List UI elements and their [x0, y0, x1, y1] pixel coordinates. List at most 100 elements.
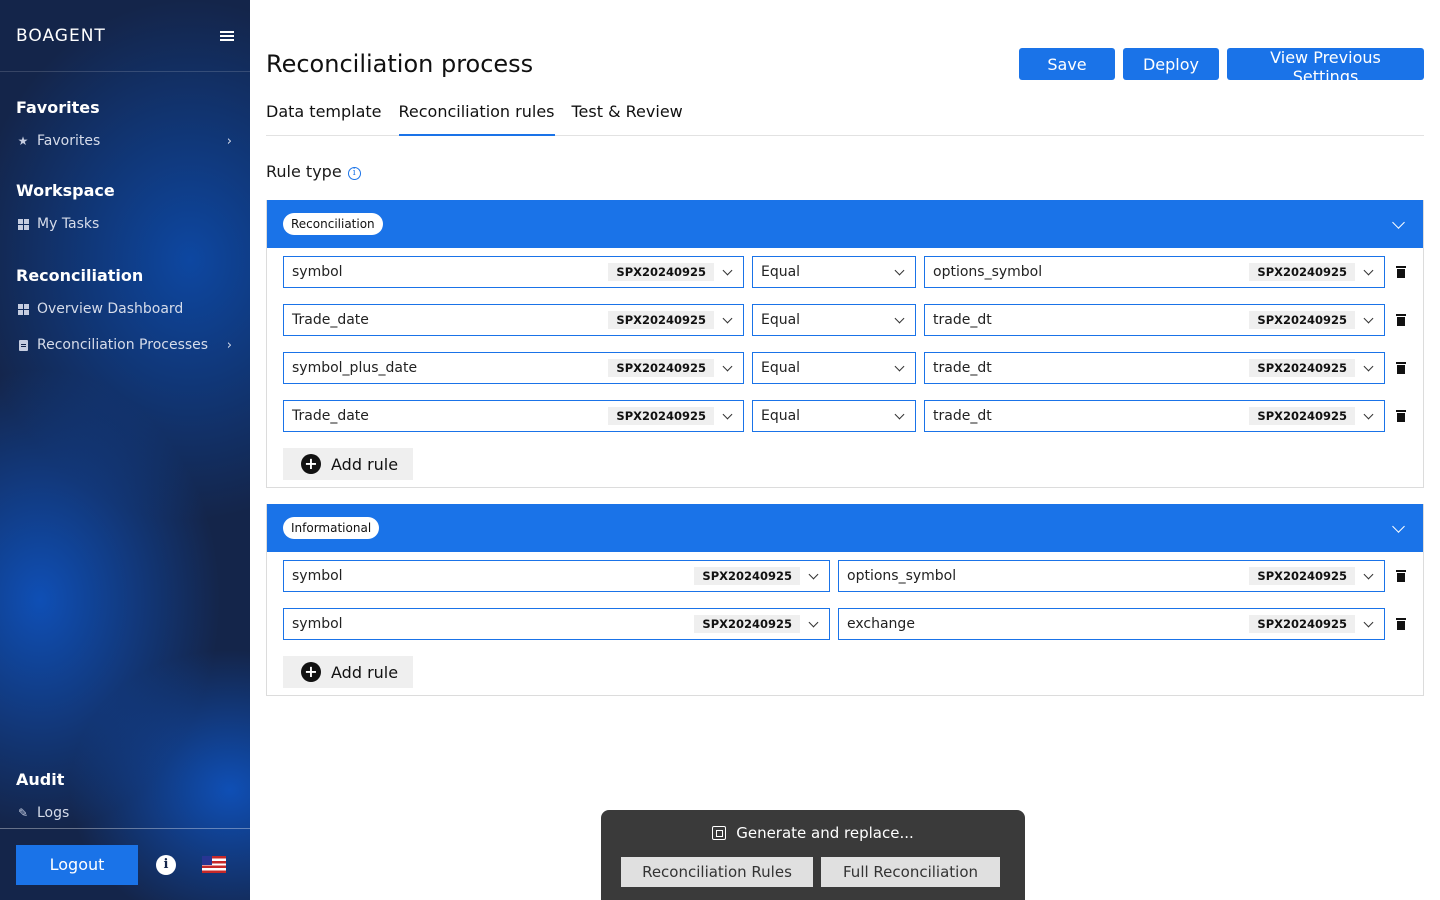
rule-row: symbol SPX20240925 Equal options_symbol … — [283, 256, 1423, 288]
trash-icon[interactable] — [1396, 410, 1406, 422]
sidebar-item-reconciliation-processes[interactable]: Reconciliation Processes › — [16, 335, 234, 355]
field-value: symbol — [292, 264, 343, 280]
source-tag: SPX20240925 — [608, 407, 714, 425]
add-rule-button[interactable]: + Add rule — [283, 656, 413, 688]
source-tag: SPX20240925 — [1249, 615, 1355, 633]
rule-row: Trade_date SPX20240925 Equal trade_dt SP… — [283, 304, 1423, 336]
right-field-select[interactable]: options_symbol SPX20240925 — [838, 560, 1385, 592]
chevron-down-icon — [1363, 361, 1374, 371]
us-flag-icon[interactable] — [202, 856, 226, 873]
sidebar-item-label: Overview Dashboard — [37, 301, 184, 317]
panel-badge: Reconciliation — [283, 213, 383, 235]
left-field-select[interactable]: symbol SPX20240925 — [283, 256, 744, 288]
save-button[interactable]: Save — [1019, 48, 1115, 80]
chevron-down-icon — [722, 313, 733, 323]
hamburger-menu-icon[interactable] — [220, 30, 234, 41]
field-value: symbol — [292, 616, 343, 632]
chevron-down-icon — [808, 569, 819, 579]
source-tag: SPX20240925 — [1249, 311, 1355, 329]
operator-value: Equal — [761, 312, 801, 328]
right-field-select[interactable]: trade_dt SPX20240925 — [924, 304, 1385, 336]
sidebar-item-my-tasks[interactable]: My Tasks — [16, 214, 234, 234]
deploy-button[interactable]: Deploy — [1123, 48, 1219, 80]
operator-value: Equal — [761, 360, 801, 376]
nav-heading: Workspace — [16, 181, 115, 200]
nav-heading: Audit — [16, 770, 65, 789]
panel-header[interactable]: Reconciliation — [267, 200, 1423, 248]
chevron-down-icon — [722, 265, 733, 275]
info-icon[interactable]: i — [156, 854, 176, 875]
field-value: Trade_date — [292, 408, 369, 424]
left-field-select[interactable]: Trade_date SPX20240925 — [283, 400, 744, 432]
operator-select[interactable]: Equal — [752, 256, 916, 288]
add-rule-button[interactable]: + Add rule — [283, 448, 413, 480]
trash-icon[interactable] — [1396, 266, 1406, 278]
trash-icon[interactable] — [1396, 362, 1406, 374]
tab-test-review[interactable]: Test & Review — [572, 92, 683, 136]
generate-reconciliation-rules-button[interactable]: Reconciliation Rules — [621, 857, 813, 887]
chevron-down-icon — [1363, 265, 1374, 275]
left-field-select[interactable]: symbol SPX20240925 — [283, 608, 830, 640]
sidebar-item-label: My Tasks — [37, 216, 100, 232]
nav-heading: Favorites — [16, 98, 100, 117]
source-tag: SPX20240925 — [1249, 263, 1355, 281]
panel-body: symbol SPX20240925 Equal options_symbol … — [267, 248, 1423, 488]
page-title: Reconciliation process — [266, 50, 534, 78]
chevron-down-icon[interactable] — [1392, 216, 1405, 229]
chevron-right-icon: › — [226, 133, 232, 149]
operator-select[interactable]: Equal — [752, 304, 916, 336]
sidebar-item-favorites[interactable]: ★ Favorites › — [16, 131, 234, 151]
panel-header[interactable]: Informational — [267, 504, 1423, 552]
add-rule-label: Add rule — [331, 662, 399, 682]
rule-row: symbol SPX20240925 exchange SPX20240925 — [283, 608, 1423, 640]
trash-icon[interactable] — [1396, 314, 1406, 326]
chevron-down-icon — [1363, 313, 1374, 323]
field-value: options_symbol — [847, 568, 957, 584]
right-field-select[interactable]: options_symbol SPX20240925 — [924, 256, 1385, 288]
nav-section-favorites: Favorites ★ Favorites › — [16, 98, 234, 151]
left-field-select[interactable]: Trade_date SPX20240925 — [283, 304, 744, 336]
generate-title: Generate and replace... — [601, 824, 1025, 842]
tab-reconciliation-rules[interactable]: Reconciliation rules — [398, 92, 555, 136]
field-value: trade_dt — [933, 312, 992, 328]
operator-select[interactable]: Equal — [752, 400, 916, 432]
chevron-down-icon — [894, 361, 905, 371]
chevron-right-icon: › — [226, 337, 232, 353]
chip-icon — [712, 826, 727, 840]
trash-icon[interactable] — [1396, 570, 1406, 582]
source-tag: SPX20240925 — [608, 263, 714, 281]
grid-icon — [17, 218, 29, 230]
source-tag: SPX20240925 — [694, 567, 800, 585]
star-icon: ★ — [17, 134, 29, 148]
left-field-select[interactable]: symbol SPX20240925 — [283, 560, 830, 592]
right-field-select[interactable]: trade_dt SPX20240925 — [924, 400, 1385, 432]
rule-row: Trade_date SPX20240925 Equal trade_dt SP… — [283, 400, 1423, 432]
info-icon[interactable]: i — [347, 166, 361, 180]
chevron-down-icon[interactable] — [1392, 520, 1405, 533]
sidebar: BOAGENT Favorites ★ Favorites › Workspac… — [0, 0, 250, 900]
trash-icon[interactable] — [1396, 618, 1406, 630]
rule-row: symbol SPX20240925 options_symbol SPX202… — [283, 560, 1423, 592]
generate-full-reconciliation-button[interactable]: Full Reconciliation — [821, 857, 1000, 887]
field-value: Trade_date — [292, 312, 369, 328]
generate-actions: Reconciliation Rules Full Reconciliation — [621, 857, 1000, 887]
view-previous-settings-button[interactable]: View Previous Settings — [1227, 48, 1424, 86]
chevron-down-icon — [722, 409, 733, 419]
sidebar-item-logs[interactable]: ✎ Logs — [16, 803, 234, 823]
field-value: trade_dt — [933, 408, 992, 424]
operator-value: Equal — [761, 408, 801, 424]
tab-data-template[interactable]: Data template — [266, 92, 382, 136]
right-field-select[interactable]: trade_dt SPX20240925 — [924, 352, 1385, 384]
pencil-icon: ✎ — [17, 806, 29, 820]
reconciliation-panel: Reconciliation symbol SPX20240925 Equal … — [266, 200, 1424, 488]
operator-select[interactable]: Equal — [752, 352, 916, 384]
sidebar-item-overview-dashboard[interactable]: Overview Dashboard — [16, 299, 234, 319]
logout-button[interactable]: Logout — [16, 844, 138, 885]
left-field-select[interactable]: symbol_plus_date SPX20240925 — [283, 352, 744, 384]
add-rule-label: Add rule — [331, 454, 399, 474]
chevron-down-icon — [894, 313, 905, 323]
brand-logo: BOAGENT — [16, 25, 106, 46]
right-field-select[interactable]: exchange SPX20240925 — [838, 608, 1385, 640]
grid-icon — [17, 303, 29, 315]
source-tag: SPX20240925 — [1249, 407, 1355, 425]
